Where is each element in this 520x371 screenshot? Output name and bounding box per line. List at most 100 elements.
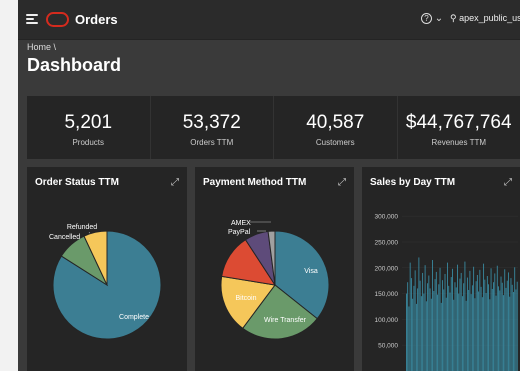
- sales-bar[interactable]: [475, 281, 477, 371]
- sales-bar[interactable]: [413, 285, 415, 371]
- sales-bar[interactable]: [514, 267, 516, 371]
- sales-bar[interactable]: [470, 294, 472, 371]
- sales-bar[interactable]: [428, 275, 430, 371]
- sales-bar[interactable]: [407, 282, 409, 371]
- sales-bar[interactable]: [504, 269, 506, 371]
- sales-bar[interactable]: [449, 292, 451, 371]
- hamburger-menu-icon[interactable]: [26, 14, 38, 24]
- oracle-logo-icon[interactable]: [46, 12, 69, 27]
- sales-bar[interactable]: [409, 262, 411, 371]
- slice-label: PayPal: [228, 229, 251, 236]
- sales-bar[interactable]: [510, 278, 512, 371]
- sales-bar[interactable]: [437, 294, 438, 371]
- sales-bar[interactable]: [414, 270, 416, 371]
- sales-bar[interactable]: [458, 293, 460, 371]
- sales-bar[interactable]: [425, 301, 427, 371]
- sales-bar[interactable]: [420, 296, 422, 371]
- sales-bar[interactable]: [457, 264, 458, 371]
- sales-bar[interactable]: [500, 276, 502, 371]
- sales-bar[interactable]: [471, 285, 473, 371]
- user-menu-button[interactable]: ⚲ apex_public_user ⌄: [450, 13, 520, 24]
- sales-bar[interactable]: [494, 273, 496, 371]
- sales-bar[interactable]: [459, 278, 461, 371]
- sales-bar[interactable]: [462, 296, 463, 371]
- sales-bar[interactable]: [490, 268, 492, 371]
- sales-bar[interactable]: [406, 293, 407, 371]
- breadcrumb-home-link[interactable]: Home: [27, 42, 51, 52]
- app-title[interactable]: Orders: [75, 12, 118, 27]
- sales-bar[interactable]: [496, 265, 498, 371]
- sales-bar[interactable]: [495, 295, 497, 371]
- sales-bar[interactable]: [419, 280, 421, 371]
- sales-bar[interactable]: [417, 288, 419, 371]
- sales-bar[interactable]: [433, 291, 435, 371]
- sales-bar[interactable]: [445, 297, 447, 371]
- sales-bar[interactable]: [443, 289, 445, 371]
- sales-bar[interactable]: [501, 282, 503, 371]
- sales-bar[interactable]: [488, 284, 489, 371]
- sales-bar[interactable]: [464, 261, 466, 371]
- sales-bar[interactable]: [424, 265, 426, 371]
- sales-bar[interactable]: [486, 276, 488, 371]
- sales-bar[interactable]: [422, 272, 424, 371]
- sales-bar[interactable]: [493, 282, 494, 371]
- sales-bar[interactable]: [415, 303, 417, 371]
- sales-bar[interactable]: [480, 286, 482, 371]
- sales-bar[interactable]: [506, 280, 508, 371]
- sales-bar[interactable]: [476, 275, 478, 371]
- sales-bar[interactable]: [435, 271, 437, 371]
- sales-bar[interactable]: [516, 281, 518, 371]
- sales-bar[interactable]: [505, 287, 507, 371]
- sales-bar[interactable]: [469, 270, 471, 371]
- sales-bar[interactable]: [430, 298, 432, 371]
- sales-bar[interactable]: [442, 280, 443, 371]
- sales-bar[interactable]: [450, 277, 452, 371]
- sales-bar[interactable]: [455, 287, 457, 371]
- sales-bar[interactable]: [453, 299, 455, 371]
- sales-bar[interactable]: [466, 277, 468, 371]
- sales-bar[interactable]: [481, 297, 483, 371]
- header-bar: Orders ? ⌄ ⚲ apex_public_user ⌄: [18, 0, 520, 40]
- sales-bar[interactable]: [485, 293, 487, 371]
- sales-bar[interactable]: [473, 266, 475, 371]
- sales-bar[interactable]: [463, 283, 465, 371]
- sales-bar[interactable]: [439, 267, 441, 371]
- sales-bar[interactable]: [491, 288, 493, 371]
- sales-bar[interactable]: [468, 289, 470, 371]
- sales-bar[interactable]: [412, 298, 414, 371]
- sales-bar[interactable]: [432, 260, 433, 371]
- help-menu-button[interactable]: ? ⌄: [421, 13, 443, 24]
- sales-bar[interactable]: [474, 298, 476, 371]
- sales-bar[interactable]: [489, 299, 491, 371]
- sales-bar[interactable]: [423, 293, 425, 371]
- sales-bar[interactable]: [410, 278, 412, 371]
- sales-bar[interactable]: [452, 268, 453, 371]
- sales-bar[interactable]: [447, 262, 448, 371]
- sales-bar[interactable]: [429, 288, 431, 371]
- sales-bar[interactable]: [479, 269, 481, 371]
- sales-bar[interactable]: [418, 257, 420, 371]
- sales-bar[interactable]: [483, 263, 485, 371]
- y-tick-label: 150,000: [375, 291, 399, 298]
- sales-bar[interactable]: [511, 284, 513, 371]
- sales-bar[interactable]: [484, 279, 486, 371]
- sales-bar[interactable]: [465, 300, 467, 371]
- sales-bar[interactable]: [499, 290, 501, 371]
- sales-bar[interactable]: [460, 272, 462, 371]
- sales-bar[interactable]: [454, 282, 456, 371]
- sales-bar[interactable]: [508, 272, 509, 371]
- sales-bar[interactable]: [478, 291, 480, 371]
- user-name: apex_public_user: [459, 13, 520, 23]
- sales-bar[interactable]: [515, 289, 517, 371]
- sales-bar[interactable]: [513, 292, 514, 371]
- sales-bar[interactable]: [503, 295, 504, 371]
- sales-bar[interactable]: [434, 279, 436, 371]
- sales-bar[interactable]: [444, 273, 446, 371]
- sales-bar[interactable]: [438, 284, 440, 371]
- sales-bar[interactable]: [509, 296, 511, 371]
- sales-bar[interactable]: [427, 283, 429, 371]
- sales-bar[interactable]: [440, 302, 442, 371]
- sales-bar[interactable]: [448, 285, 450, 371]
- sales-bar[interactable]: [498, 286, 499, 371]
- sales-bar[interactable]: [408, 306, 410, 371]
